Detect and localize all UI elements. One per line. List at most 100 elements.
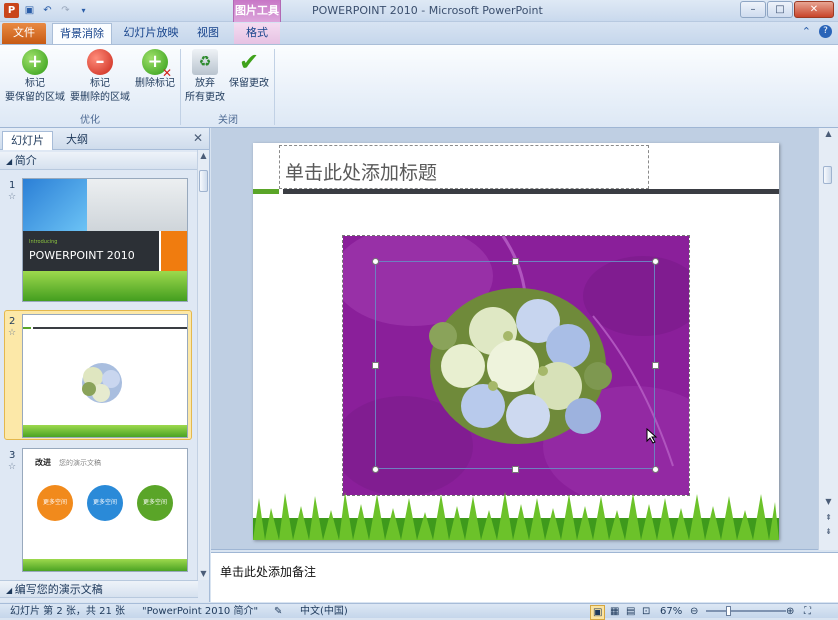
slide-editor: 单击此处添加标题 ▲ ▼ ⇞ ⇟ — [211, 128, 838, 550]
zoom-in-icon[interactable]: ⊕ — [786, 605, 794, 618]
transition-icon: ☆ — [8, 328, 17, 338]
thumb-circle-orange: 更多空间 — [37, 485, 73, 521]
mouse-cursor-icon — [646, 428, 658, 444]
marquee-selection[interactable] — [375, 261, 655, 469]
next-slide-icon[interactable]: ⇟ — [819, 526, 838, 538]
tab-slides[interactable]: 幻灯片 — [2, 131, 53, 150]
slides-pane: 幻灯片 大纲 ✕ ◢ 简介 1 ☆ Introducing POWERPOINT… — [0, 128, 210, 602]
maximize-button[interactable]: □ — [767, 1, 793, 18]
resize-handle[interactable] — [512, 466, 519, 473]
recycle-bin-icon: ♻ — [192, 49, 218, 75]
close-button[interactable]: ✕ — [794, 1, 834, 18]
tab-file[interactable]: 文件 — [2, 23, 46, 44]
powerpoint-icon[interactable]: P — [4, 3, 19, 18]
scroll-thumb[interactable] — [823, 166, 832, 184]
thumb-grass — [23, 425, 187, 437]
zoom-level[interactable]: 67% — [660, 605, 682, 618]
save-icon[interactable]: ▣ — [22, 3, 37, 18]
thumb-dark-block: Introducing POWERPOINT 2010 — [23, 231, 159, 271]
mark-remove-label-1: 标记 — [90, 78, 110, 89]
ribbon: + 标记 要保留的区域 – 标记 要删除的区域 + 删除标记 优化 ♻ 放弃 所… — [0, 44, 838, 128]
keep-changes-button[interactable]: ✔ 保留更改 — [228, 49, 270, 91]
slide-sorter-icon[interactable]: ▦ — [610, 605, 619, 618]
notes-pane[interactable]: 单击此处添加备注 — [211, 552, 838, 602]
window-title: POWERPOINT 2010 - Microsoft PowerPoint — [312, 4, 543, 17]
collapse-triangle-icon: ◢ — [6, 157, 15, 166]
slides-pane-tabs: 幻灯片 大纲 ✕ — [0, 128, 209, 150]
group-label-refine: 优化 — [80, 115, 100, 126]
customize-qat-icon[interactable]: ▾ — [76, 3, 91, 18]
green-accent-bar — [253, 189, 279, 194]
status-bar: 幻灯片 第 2 张，共 21 张 "PowerPoint 2010 简介" ✎ … — [0, 603, 838, 620]
help-icon[interactable]: ? — [819, 25, 832, 38]
zoom-slider[interactable] — [706, 610, 786, 612]
section-label: 编写您的演示文稿 — [14, 583, 103, 596]
section-header-write[interactable]: ◢ 编写您的演示文稿 — [0, 580, 198, 598]
scroll-up-icon[interactable]: ▲ — [198, 150, 209, 162]
scroll-up-icon[interactable]: ▲ — [819, 128, 838, 140]
resize-handle[interactable] — [652, 258, 659, 265]
scroll-down-icon[interactable]: ▼ — [198, 568, 209, 580]
group-separator — [274, 49, 275, 125]
fit-to-window-icon[interactable]: ⛶ — [804, 605, 811, 618]
tab-outline[interactable]: 大纲 — [58, 131, 96, 150]
delete-mark-icon: + — [142, 49, 172, 79]
group-label-close: 关闭 — [218, 115, 238, 126]
tab-format[interactable]: 格式 — [234, 23, 280, 44]
thumb-heading-sub: 您的演示文稿 — [59, 459, 101, 467]
discard-changes-button[interactable]: ♻ 放弃 所有更改 — [184, 49, 226, 105]
spellcheck-icon[interactable]: ✎ — [274, 605, 282, 618]
thumb-grass — [23, 559, 187, 571]
grass-footer — [253, 492, 779, 540]
slide-number: 3 — [9, 450, 16, 461]
group-separator — [180, 49, 181, 125]
language-indicator[interactable]: 中文(中国) — [300, 605, 348, 618]
thumb-gray-block — [87, 179, 187, 231]
editor-scrollbar[interactable]: ▲ ▼ ⇞ ⇟ — [818, 128, 838, 550]
slideshow-icon[interactable]: ⊡ — [642, 605, 650, 618]
resize-handle[interactable] — [652, 362, 659, 369]
thumb-orange-block — [161, 231, 187, 271]
slide-thumbnail-2[interactable] — [22, 314, 188, 438]
slide-number: 2 — [9, 316, 16, 327]
transition-icon: ☆ — [8, 462, 17, 472]
thumb-circle-blue: 更多空间 — [87, 485, 123, 521]
tab-background-removal[interactable]: 背景消除 — [52, 23, 112, 44]
section-header-intro[interactable]: ◢ 简介 — [0, 152, 198, 170]
mark-keep-button[interactable]: + 标记 要保留的区域 — [4, 49, 66, 105]
undo-icon[interactable]: ↶ — [40, 3, 55, 18]
slide-thumbnail-3[interactable]: 改进 您的演示文稿 更多空间 更多空间 更多空间 — [22, 448, 188, 572]
resize-handle[interactable] — [512, 258, 519, 265]
thumb-title-text: POWERPOINT 2010 — [29, 249, 135, 262]
checkmark-icon: ✔ — [238, 48, 260, 76]
close-pane-icon[interactable]: ✕ — [193, 131, 203, 145]
zoom-slider-thumb[interactable] — [726, 606, 731, 616]
ribbon-tabs: 文件 背景消除 幻灯片放映 视图 格式 ⌃ ? — [0, 22, 838, 44]
mark-remove-button[interactable]: – 标记 要删除的区域 — [68, 49, 132, 105]
thumb-heading: 改进 — [35, 458, 51, 467]
tab-view[interactable]: 视图 — [188, 23, 228, 44]
resize-handle[interactable] — [372, 362, 379, 369]
resize-handle[interactable] — [652, 466, 659, 473]
slide-thumbnail-1[interactable]: Introducing POWERPOINT 2010 — [22, 178, 188, 302]
previous-slide-icon[interactable]: ⇞ — [819, 512, 838, 524]
slides-pane-scrollbar[interactable]: ▲ ▼ — [197, 150, 209, 580]
theme-name[interactable]: "PowerPoint 2010 简介" — [142, 605, 258, 618]
zoom-out-icon[interactable]: ⊖ — [690, 605, 698, 618]
mark-keep-icon: + — [22, 49, 48, 75]
minimize-ribbon-icon[interactable]: ⌃ — [802, 25, 811, 38]
minimize-button[interactable]: – — [740, 1, 766, 18]
title-placeholder[interactable]: 单击此处添加标题 — [279, 145, 649, 189]
slide-canvas[interactable]: 单击此处添加标题 — [253, 143, 779, 540]
redo-icon[interactable]: ↷ — [58, 3, 73, 18]
resize-handle[interactable] — [372, 466, 379, 473]
section-label: 简介 — [14, 154, 37, 167]
reading-view-icon[interactable]: ▤ — [626, 605, 635, 618]
scroll-thumb[interactable] — [199, 170, 208, 192]
thumb-grass — [23, 271, 187, 301]
scroll-down-icon[interactable]: ▼ — [819, 496, 838, 508]
tab-slideshow[interactable]: 幻灯片放映 — [118, 23, 184, 44]
delete-mark-button[interactable]: + 删除标记 — [134, 49, 176, 91]
resize-handle[interactable] — [372, 258, 379, 265]
title-bar: P ▣ ↶ ↷ ▾ POWERPOINT 2010 - Microsoft Po… — [0, 0, 838, 22]
